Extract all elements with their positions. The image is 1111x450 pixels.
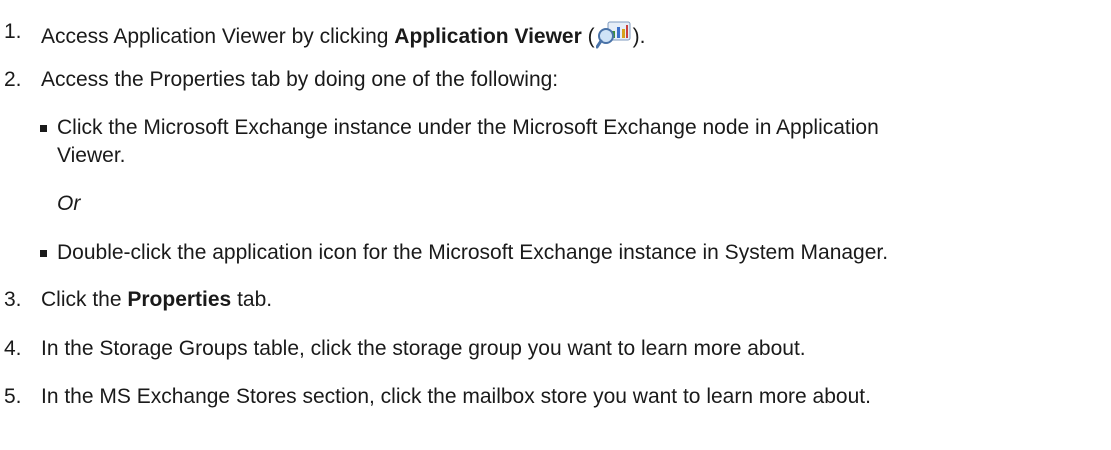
step-text-post: ).	[632, 25, 646, 48]
step-5: 5. In the MS Exchange Stores section, cl…	[4, 384, 1104, 410]
open-paren: (	[581, 25, 595, 48]
step-number: 4.	[4, 337, 22, 360]
step-4: 4. In the Storage Groups table, click th…	[4, 336, 1104, 362]
option-text: Double-click the application icon for th…	[57, 241, 889, 264]
step-text: In the MS Exchange Stores section, click…	[41, 385, 871, 408]
step-1: 1. Access Application Viewer by clicking…	[4, 19, 1104, 49]
or-separator: Or	[57, 192, 81, 215]
application-viewer-icon	[595, 21, 631, 49]
bullet-square-icon	[40, 125, 47, 132]
step-number: 3.	[4, 288, 22, 311]
option-bullet-continuation: Viewer.	[57, 143, 1057, 169]
ui-label-application-viewer: Application Viewer	[394, 25, 582, 48]
step-text: Access the Properties tab by doing one o…	[41, 68, 559, 91]
step-text-pre: Click the	[41, 288, 128, 311]
step-text-pre: Access Application Viewer by clicking	[41, 25, 395, 48]
option-bullet-item: Double-click the application icon for th…	[0, 240, 1111, 266]
step-text: Access Application Viewer by clicking Ap…	[41, 19, 645, 50]
bullet-square-icon	[40, 250, 47, 257]
step-number: 5.	[4, 385, 22, 408]
step-number: 1.	[4, 20, 22, 43]
step-text: Click the Properties tab.	[41, 287, 272, 313]
option-text-continued: Viewer.	[57, 144, 126, 167]
step-3: 3. Click the Properties tab.	[4, 287, 1104, 313]
step-number: 2.	[4, 68, 22, 91]
option-text: Click the Microsoft Exchange instance un…	[57, 116, 879, 139]
step-2: 2. Access the Properties tab by doing on…	[4, 67, 1104, 93]
ui-label-properties: Properties	[127, 288, 232, 311]
step-text-post: tab.	[231, 288, 273, 311]
step-text: In the Storage Groups table, click the s…	[41, 337, 806, 360]
option-bullet-item: Click the Microsoft Exchange instance un…	[0, 115, 1100, 141]
